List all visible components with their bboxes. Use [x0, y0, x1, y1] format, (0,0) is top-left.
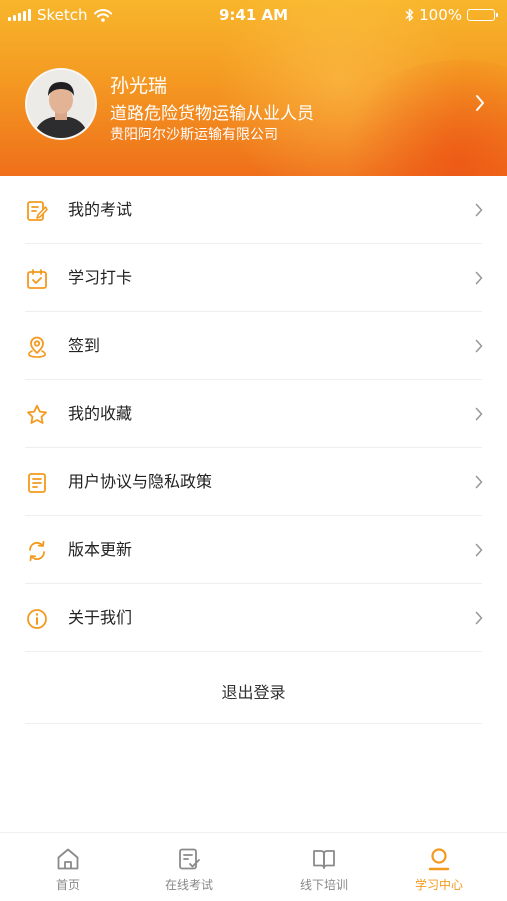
exam-edit-icon — [27, 201, 48, 221]
chevron-right-icon — [475, 611, 483, 625]
menu-item-my-exams[interactable]: 我的考试 — [0, 176, 507, 244]
profile-name: 孙光瑞 — [110, 75, 168, 97]
info-icon — [27, 609, 47, 629]
menu-item-user-agreement[interactable]: 用户协议与隐私政策 — [0, 448, 507, 516]
profile-company: 贵阳阿尔沙斯运输有限公司 — [110, 127, 278, 143]
menu-item-label: 用户协议与隐私政策 — [68, 472, 213, 491]
tab-home[interactable]: 首页 — [5, 833, 131, 901]
status-right: 100% — [405, 6, 498, 24]
menu-item-label: 关于我们 — [68, 608, 133, 627]
tab-online-exam[interactable]: 在线考试 — [126, 833, 252, 901]
menu-item-sign-in[interactable]: 签到 — [0, 312, 507, 380]
logout-button[interactable]: 退出登录 — [0, 656, 507, 724]
book-icon — [313, 850, 335, 869]
chevron-right-icon — [475, 407, 483, 421]
divider — [25, 723, 482, 724]
profile-role: 道路危险货物运输从业人员 — [110, 104, 314, 124]
status-bar: Sketch 9:41 AM 100% — [0, 0, 507, 30]
battery-icon — [467, 9, 498, 21]
chevron-right-icon[interactable] — [475, 94, 485, 112]
chevron-right-icon — [475, 543, 483, 557]
divider — [25, 651, 482, 652]
menu-item-label: 我的收藏 — [68, 404, 133, 423]
refresh-icon — [29, 540, 45, 562]
chevron-right-icon — [475, 203, 483, 217]
document-icon — [28, 473, 46, 493]
tab-label: 首页 — [55, 878, 80, 892]
menu-list: 我的考试 学习打卡 签到 我的收藏 用户协议与隐私政策 版本更新 关于我们 — [0, 176, 507, 652]
menu-item-label: 学习打卡 — [68, 268, 133, 287]
logout-label: 退出登录 — [221, 683, 286, 702]
exam-check-icon — [179, 848, 200, 870]
battery-percent: 100% — [419, 6, 462, 24]
avatar[interactable] — [25, 68, 97, 140]
tab-learning-center[interactable]: 学习中心 — [376, 833, 502, 901]
menu-item-about-us[interactable]: 关于我们 — [0, 584, 507, 652]
tab-label: 在线考试 — [164, 878, 213, 892]
home-icon — [57, 848, 79, 870]
menu-item-label: 我的考试 — [68, 200, 133, 219]
tab-label: 学习中心 — [414, 878, 463, 892]
user-icon — [428, 848, 450, 871]
calendar-check-icon — [27, 269, 47, 289]
chevron-right-icon — [475, 475, 483, 489]
profile-header: Sketch 9:41 AM 100% 孙光瑞 道路危险货物运输从业人员 贵阳阿… — [0, 0, 507, 176]
tab-label: 线下培训 — [299, 878, 348, 892]
tab-offline-training[interactable]: 线下培训 — [261, 833, 387, 901]
location-pin-icon — [28, 336, 46, 358]
menu-item-label: 签到 — [68, 336, 101, 355]
avatar-portrait — [27, 70, 95, 138]
menu-item-version-update[interactable]: 版本更新 — [0, 516, 507, 584]
bluetooth-icon — [405, 8, 414, 22]
chevron-right-icon — [475, 271, 483, 285]
star-icon — [27, 404, 47, 424]
menu-item-favorites[interactable]: 我的收藏 — [0, 380, 507, 448]
menu-item-label: 版本更新 — [68, 540, 133, 559]
tab-bar: 首页 在线考试 线下培训 学习中心 — [0, 832, 507, 900]
chevron-right-icon — [475, 339, 483, 353]
menu-item-study-checkin[interactable]: 学习打卡 — [0, 244, 507, 312]
